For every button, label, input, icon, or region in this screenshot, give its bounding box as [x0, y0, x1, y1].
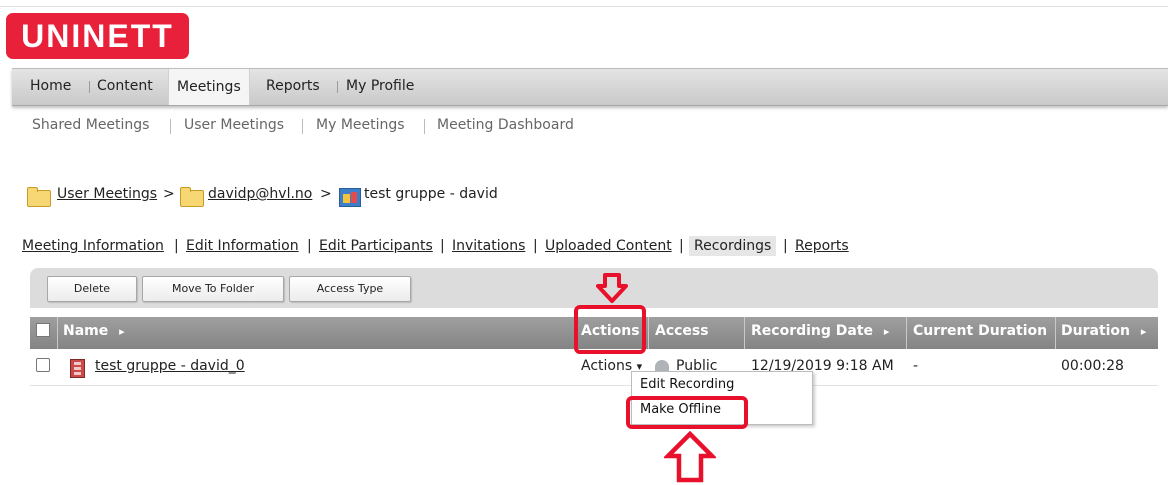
tab-content[interactable]: Content — [97, 74, 153, 99]
header-duration[interactable]: Duration ▸ — [1061, 317, 1146, 349]
folder-icon — [27, 187, 51, 207]
annotation-highlight-actions — [574, 305, 646, 354]
subnav-user-meetings[interactable]: User Meetings — [184, 117, 284, 133]
folder-icon — [180, 187, 204, 207]
link-uploaded-content[interactable]: Uploaded Content — [545, 238, 672, 254]
tab-my-profile[interactable]: My Profile — [346, 74, 414, 99]
header-separator — [57, 317, 58, 349]
current-duration-value: - — [913, 358, 919, 374]
header-current-duration[interactable]: Current Duration — [913, 317, 1047, 349]
uninett-logo: UNINETT — [6, 13, 189, 59]
duration-value: 00:00:28 — [1061, 358, 1124, 374]
sort-arrow-icon: ▸ — [1140, 325, 1147, 338]
tab-home[interactable]: Home — [30, 74, 71, 99]
tab-separator — [337, 81, 338, 93]
annotation-highlight-make-offline — [626, 396, 748, 429]
header-separator — [648, 317, 649, 349]
breadcrumb-current-meeting: test gruppe - david — [364, 186, 498, 202]
header-separator — [906, 317, 907, 349]
link-meeting-information[interactable]: Meeting Information — [22, 238, 164, 254]
sort-arrow-icon: ▸ — [119, 325, 125, 338]
link-edit-participants[interactable]: Edit Participants — [319, 238, 433, 254]
breadcrumb-user-folder[interactable]: davidp@hvl.no — [208, 186, 312, 202]
link-separator: | — [679, 238, 684, 254]
delete-button[interactable]: Delete — [47, 276, 137, 302]
header-access[interactable]: Access — [655, 317, 709, 349]
breadcrumb-separator: > — [320, 186, 332, 202]
meeting-icon — [339, 188, 361, 207]
header-duration-label: Duration — [1061, 323, 1131, 339]
actions-dropdown-label: Actions — [581, 358, 633, 374]
subnav-shared-meetings[interactable]: Shared Meetings — [32, 117, 149, 133]
recording-film-icon — [70, 359, 85, 378]
access-type-button[interactable]: Access Type — [289, 276, 411, 302]
down-arrow-annotation-icon — [596, 273, 628, 303]
header-separator — [744, 317, 745, 349]
header-separator — [1055, 317, 1056, 349]
link-reports[interactable]: Reports — [795, 238, 849, 254]
tab-separator — [89, 81, 90, 93]
subnav-meeting-dashboard[interactable]: Meeting Dashboard — [437, 117, 574, 133]
header-recording-date[interactable]: Recording Date ▸ — [751, 317, 889, 349]
link-separator: | — [783, 238, 788, 254]
header-recording-date-label: Recording Date — [751, 323, 874, 339]
link-separator: | — [440, 238, 445, 254]
select-all-checkbox[interactable] — [36, 323, 50, 337]
sort-arrow-icon: ▸ — [883, 325, 890, 338]
top-divider — [0, 6, 1168, 7]
recording-name-link[interactable]: test gruppe - david_0 — [95, 358, 245, 374]
up-arrow-annotation-icon — [664, 431, 716, 483]
link-separator: | — [307, 238, 312, 254]
subnav-separator — [424, 119, 425, 134]
subnav-my-meetings[interactable]: My Meetings — [316, 117, 405, 133]
row-checkbox[interactable] — [36, 358, 50, 372]
link-separator: | — [533, 238, 538, 254]
tab-reports[interactable]: Reports — [266, 74, 320, 99]
tab-meetings[interactable]: Meetings — [168, 69, 250, 105]
menu-item-edit-recording[interactable]: Edit Recording — [640, 377, 734, 392]
link-recordings[interactable]: Recordings — [689, 236, 777, 256]
header-name[interactable]: Name ▸ — [63, 317, 125, 349]
link-separator: | — [174, 238, 179, 254]
move-to-folder-button[interactable]: Move To Folder — [142, 276, 284, 302]
subnav-separator — [302, 119, 303, 134]
breadcrumb-user-meetings[interactable]: User Meetings — [57, 186, 157, 202]
link-edit-information[interactable]: Edit Information — [186, 238, 299, 254]
header-name-label: Name — [63, 323, 109, 339]
breadcrumb-separator: > — [163, 186, 175, 202]
link-invitations[interactable]: Invitations — [452, 238, 525, 254]
main-tab-bar: Home Content Meetings Reports My Profile — [12, 68, 1168, 106]
subnav-separator — [170, 119, 171, 134]
